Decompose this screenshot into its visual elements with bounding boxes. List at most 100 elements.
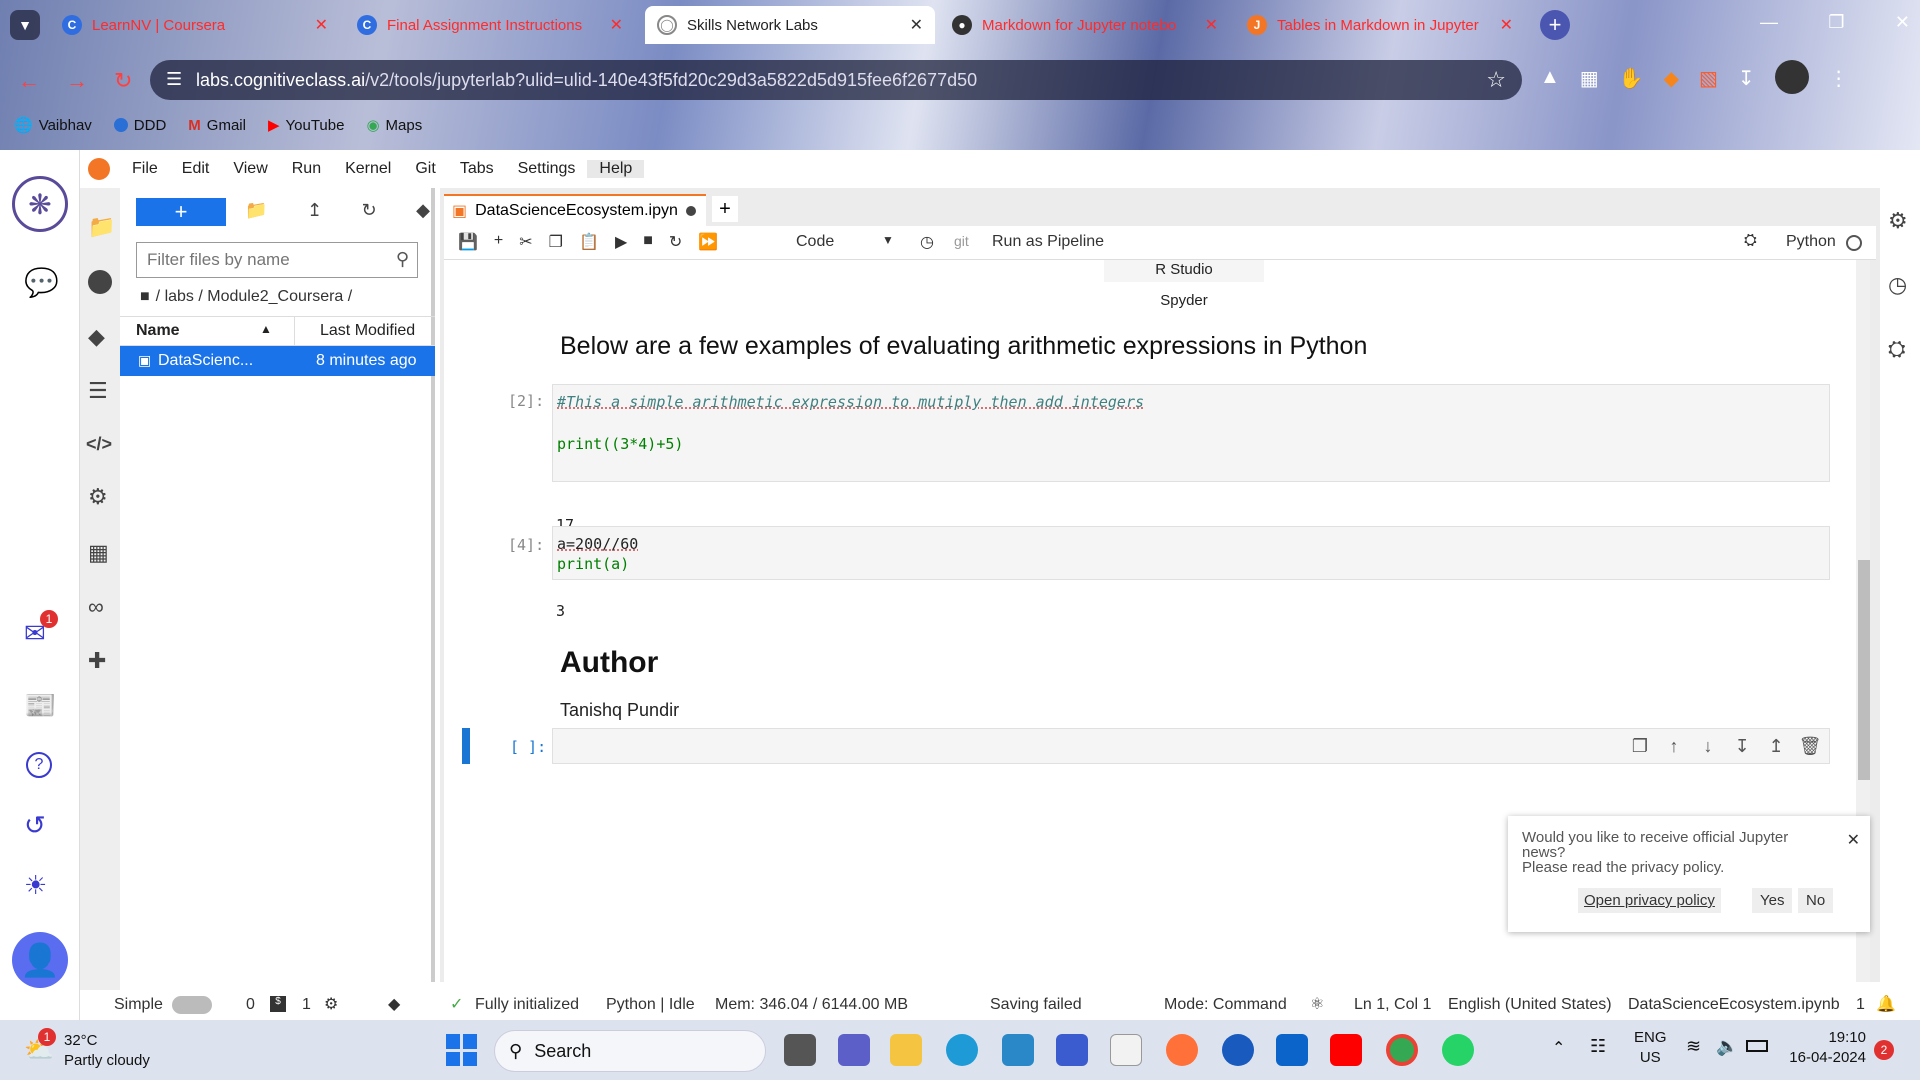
bookmark-maps[interactable]: ◉ Maps (366, 112, 422, 138)
browser-tab-markdown[interactable]: ● Markdown for Jupyter notebo ✕ (940, 6, 1230, 44)
menu-git[interactable]: Git (403, 160, 447, 178)
word-icon[interactable] (1222, 1034, 1254, 1066)
code-cell[interactable]: a=200//60 print(a) (552, 526, 1830, 580)
whatsapp-icon[interactable] (1442, 1034, 1474, 1066)
forward-icon[interactable]: → (66, 68, 88, 94)
extension-icon[interactable]: ▲ (1540, 66, 1560, 94)
menu-settings[interactable]: Settings (506, 160, 588, 178)
new-folder-icon[interactable]: 📁 (245, 200, 267, 221)
back-icon[interactable]: ← (18, 68, 40, 94)
teams-icon[interactable] (838, 1034, 870, 1066)
download-icon[interactable]: ↧ (1738, 66, 1755, 94)
chrome-icon[interactable] (1386, 1034, 1418, 1066)
notebook-tab[interactable]: ▣ DataScienceEcosystem.ipyn (444, 194, 706, 226)
col-last-modified[interactable]: Last Modified (320, 322, 415, 340)
insert-above-icon[interactable]: ↥ (1765, 735, 1787, 757)
git-clone-icon[interactable]: ◆ (416, 200, 430, 221)
news-icon[interactable]: 📰 (24, 690, 56, 721)
cut-icon[interactable]: ✂ (519, 232, 532, 252)
sync-icon[interactable]: ↺ (24, 810, 46, 841)
help-icon[interactable]: ? (26, 752, 52, 778)
battery-icon[interactable] (1746, 1040, 1768, 1052)
folder-icon[interactable]: ■ (140, 288, 150, 306)
menu-tabs[interactable]: Tabs (448, 160, 506, 178)
menu-view[interactable]: View (221, 160, 279, 178)
clock[interactable]: 19:10 16-04-2024 (1786, 1028, 1866, 1068)
copilot-icon[interactable] (1056, 1034, 1088, 1066)
browser-tab-coursera[interactable]: C LearnNV | Coursera ✕ (50, 6, 340, 44)
mail-icon[interactable] (1276, 1034, 1308, 1066)
windows-start-icon[interactable] (446, 1034, 478, 1066)
file-explorer-icon[interactable] (890, 1034, 922, 1066)
lsp-status[interactable]: Fully initialized (475, 996, 579, 1014)
inbox-icon[interactable]: ✉ 1 (24, 610, 58, 649)
bookmark-star-icon[interactable]: ☆ (1486, 67, 1506, 93)
close-icon[interactable]: ✕ (910, 15, 923, 35)
edge-icon[interactable] (946, 1034, 978, 1066)
extension-icon[interactable]: ✋ (1619, 66, 1644, 94)
kernel-status[interactable]: Python | Idle (606, 996, 695, 1014)
empty-code-cell[interactable]: ❐ ↑ ↓ ↧ ↥ 🗑 (552, 728, 1830, 764)
simple-mode-toggle[interactable] (172, 996, 212, 1014)
yes-button[interactable]: Yes (1752, 888, 1793, 913)
restart-icon[interactable]: ↻ (669, 232, 682, 252)
insert-below-icon[interactable]: ↧ (1731, 735, 1753, 757)
copy-icon[interactable]: ❐ (549, 232, 563, 252)
components-icon[interactable]: ∞ (88, 594, 104, 620)
bookmark-ddd[interactable]: DDD (113, 112, 166, 138)
fast-forward-icon[interactable]: ⏩ (698, 232, 718, 252)
file-row[interactable]: ▣ DataScienc... 8 minutes ago (120, 346, 435, 376)
language-indicator[interactable]: ENG US (1634, 1028, 1667, 1068)
new-tab-button[interactable]: + (1540, 10, 1570, 40)
skills-network-logo[interactable]: ❋ (12, 176, 68, 232)
browser-tab-skills-network[interactable]: ◯ Skills Network Labs ✕ (645, 6, 935, 44)
extension-icon[interactable]: ▦ (1580, 66, 1599, 94)
input-indicator-icon[interactable]: ☷ (1590, 1036, 1606, 1057)
store-icon[interactable] (1110, 1034, 1142, 1066)
new-launcher-button[interactable]: + (136, 198, 226, 226)
debugger-icon[interactable]: ⛭ (1888, 336, 1906, 362)
maximize-icon[interactable]: ❐ (1828, 12, 1844, 33)
duplicate-cell-icon[interactable]: ❐ (1629, 735, 1651, 757)
col-name[interactable]: Name (136, 322, 180, 340)
close-icon[interactable]: ✕ (1500, 15, 1513, 35)
task-view-icon[interactable] (784, 1034, 816, 1066)
unsaved-dot-icon[interactable] (685, 206, 696, 216)
property-inspector-icon[interactable]: ⚙ (88, 484, 108, 510)
property-inspector-icon[interactable]: ⚙ (1888, 208, 1908, 234)
git-status-icon[interactable]: ◆ (388, 994, 400, 1014)
clock-icon[interactable]: ◷ (920, 232, 934, 252)
no-button[interactable]: No (1798, 888, 1834, 913)
scroll-thumb[interactable] (1858, 560, 1870, 780)
extension-manager-icon[interactable]: ✚ (88, 648, 106, 674)
git-icon[interactable]: ◆ (88, 324, 105, 350)
kernel-name[interactable]: Python (1786, 233, 1836, 251)
insert-cell-icon[interactable]: + (494, 232, 503, 252)
trusted-icon[interactable]: ⚛ (1310, 994, 1324, 1014)
refresh-icon[interactable]: ↻ (362, 200, 377, 221)
stop-icon[interactable]: ■ (643, 232, 653, 252)
menu-file[interactable]: File (120, 160, 170, 178)
open-privacy-policy-link[interactable]: Open privacy policy (1578, 888, 1721, 913)
run-icon[interactable]: ▶ (615, 232, 627, 252)
cursor-position[interactable]: Ln 1, Col 1 (1354, 996, 1431, 1014)
file-filter-input[interactable] (137, 243, 377, 277)
browser-tab-final-assignment[interactable]: C Final Assignment Instructions ✕ (345, 6, 635, 44)
pipeline-icon[interactable]: ▦ (88, 540, 109, 566)
close-icon[interactable]: ✕ (1205, 15, 1218, 35)
metamask-icon[interactable]: ◆ (1664, 66, 1679, 94)
menu-help[interactable]: Help (587, 160, 645, 178)
paste-icon[interactable]: 📋 (579, 232, 599, 252)
show-hidden-icons[interactable]: ⌃ (1552, 1038, 1565, 1058)
debugger-icon[interactable]: ⛭ (1744, 232, 1757, 250)
youtube-icon[interactable] (1330, 1034, 1362, 1066)
browser-tab-tables[interactable]: J Tables in Markdown in Jupyter ✕ (1235, 6, 1525, 44)
delete-cell-icon[interactable]: 🗑 (1799, 735, 1822, 757)
close-icon[interactable]: ✕ (1895, 12, 1910, 33)
reload-icon[interactable]: ↻ (114, 68, 132, 94)
save-icon[interactable]: 💾 (458, 232, 478, 252)
cell-type-select[interactable]: Code ▼ (796, 233, 900, 251)
app-icon[interactable] (1002, 1034, 1034, 1066)
folder-icon[interactable]: 📁 (88, 214, 115, 240)
extension-icon[interactable]: ▧ (1699, 66, 1718, 94)
